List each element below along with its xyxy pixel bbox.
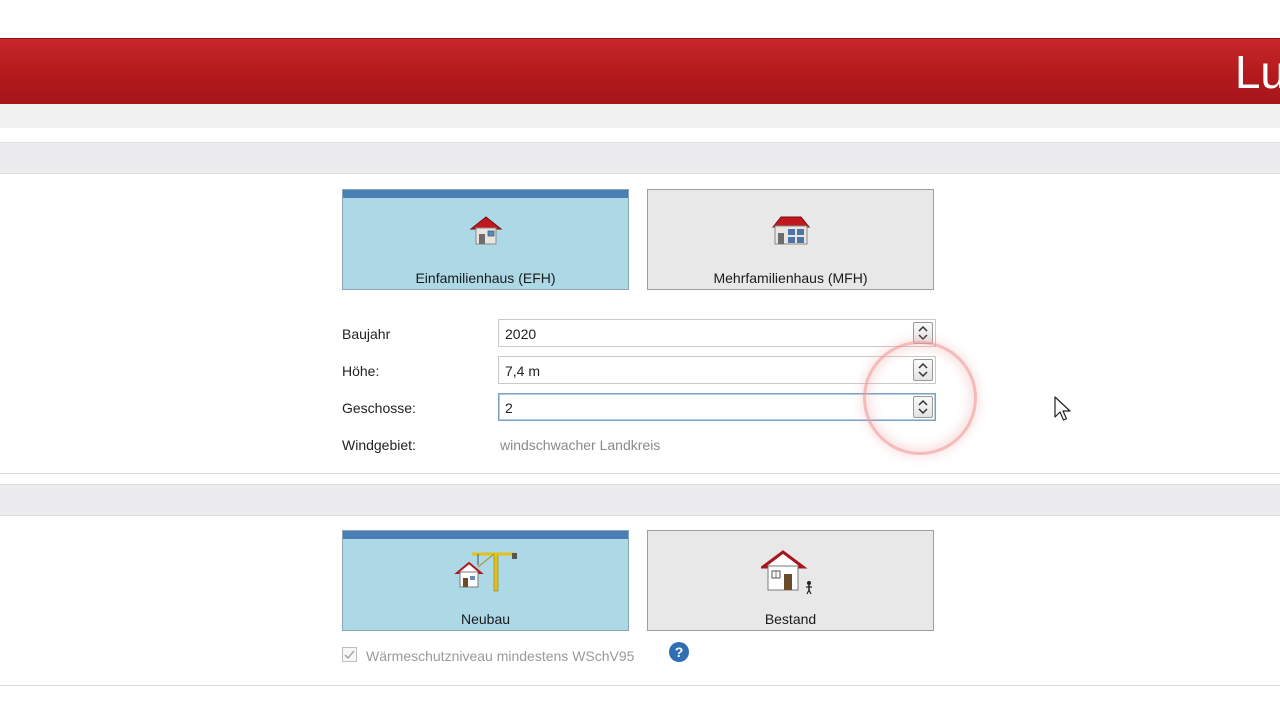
tile-label: Neubau	[460, 611, 511, 627]
section-header-construction	[0, 484, 1280, 516]
tile-label: Einfamilienhaus (EFH)	[415, 270, 556, 286]
hoehe-stepper-button[interactable]	[913, 359, 933, 381]
apartment-house-icon	[771, 214, 811, 251]
tile-neubau[interactable]: Neubau	[342, 530, 629, 631]
tile-einfamilienhaus[interactable]: Einfamilienhaus (EFH)	[342, 189, 629, 290]
checkmark-icon	[344, 650, 355, 660]
section-divider	[0, 473, 1280, 474]
house-icon	[469, 214, 503, 251]
toolbar-band	[0, 104, 1280, 128]
tile-label: Bestand	[764, 611, 817, 627]
waermeschutz-checkbox[interactable]	[342, 647, 357, 662]
crane-house-icon	[453, 547, 518, 598]
chevron-up-down-icon	[918, 325, 928, 341]
help-icon[interactable]: ?	[669, 642, 689, 662]
geschosse-stepper-button[interactable]	[913, 396, 933, 418]
baujahr-label: Baujahr	[342, 326, 391, 342]
windgebiet-label: Windgebiet:	[342, 437, 416, 453]
section-header-building	[0, 142, 1280, 174]
mouse-cursor-icon	[1054, 396, 1072, 427]
baujahr-spinner[interactable]: 2020	[498, 319, 936, 347]
geschosse-value: 2	[505, 400, 513, 416]
section-divider	[0, 685, 1280, 686]
tile-mehrfamilienhaus[interactable]: Mehrfamilienhaus (MFH)	[647, 189, 934, 290]
baujahr-value: 2020	[505, 326, 537, 342]
chevron-up-down-icon	[918, 362, 928, 378]
hoehe-label: Höhe:	[342, 363, 380, 379]
existing-house-icon	[758, 549, 821, 600]
app-header: Lu	[0, 38, 1280, 106]
waermeschutz-label: Wärmeschutzniveau mindestens WSchV95	[366, 648, 635, 664]
tile-bestand[interactable]: Bestand	[647, 530, 934, 631]
hoehe-value: 7,4 m	[505, 363, 541, 379]
brand-title: Lu	[1234, 46, 1280, 98]
chevron-up-down-icon	[918, 399, 928, 415]
baujahr-stepper-button[interactable]	[913, 322, 933, 344]
geschosse-label: Geschosse:	[342, 400, 416, 416]
windgebiet-value: windschwacher Landkreis	[500, 437, 661, 453]
hoehe-spinner[interactable]: 7,4 m	[498, 356, 936, 384]
geschosse-spinner[interactable]: 2	[498, 393, 936, 421]
tile-label: Mehrfamilienhaus (MFH)	[713, 270, 868, 286]
